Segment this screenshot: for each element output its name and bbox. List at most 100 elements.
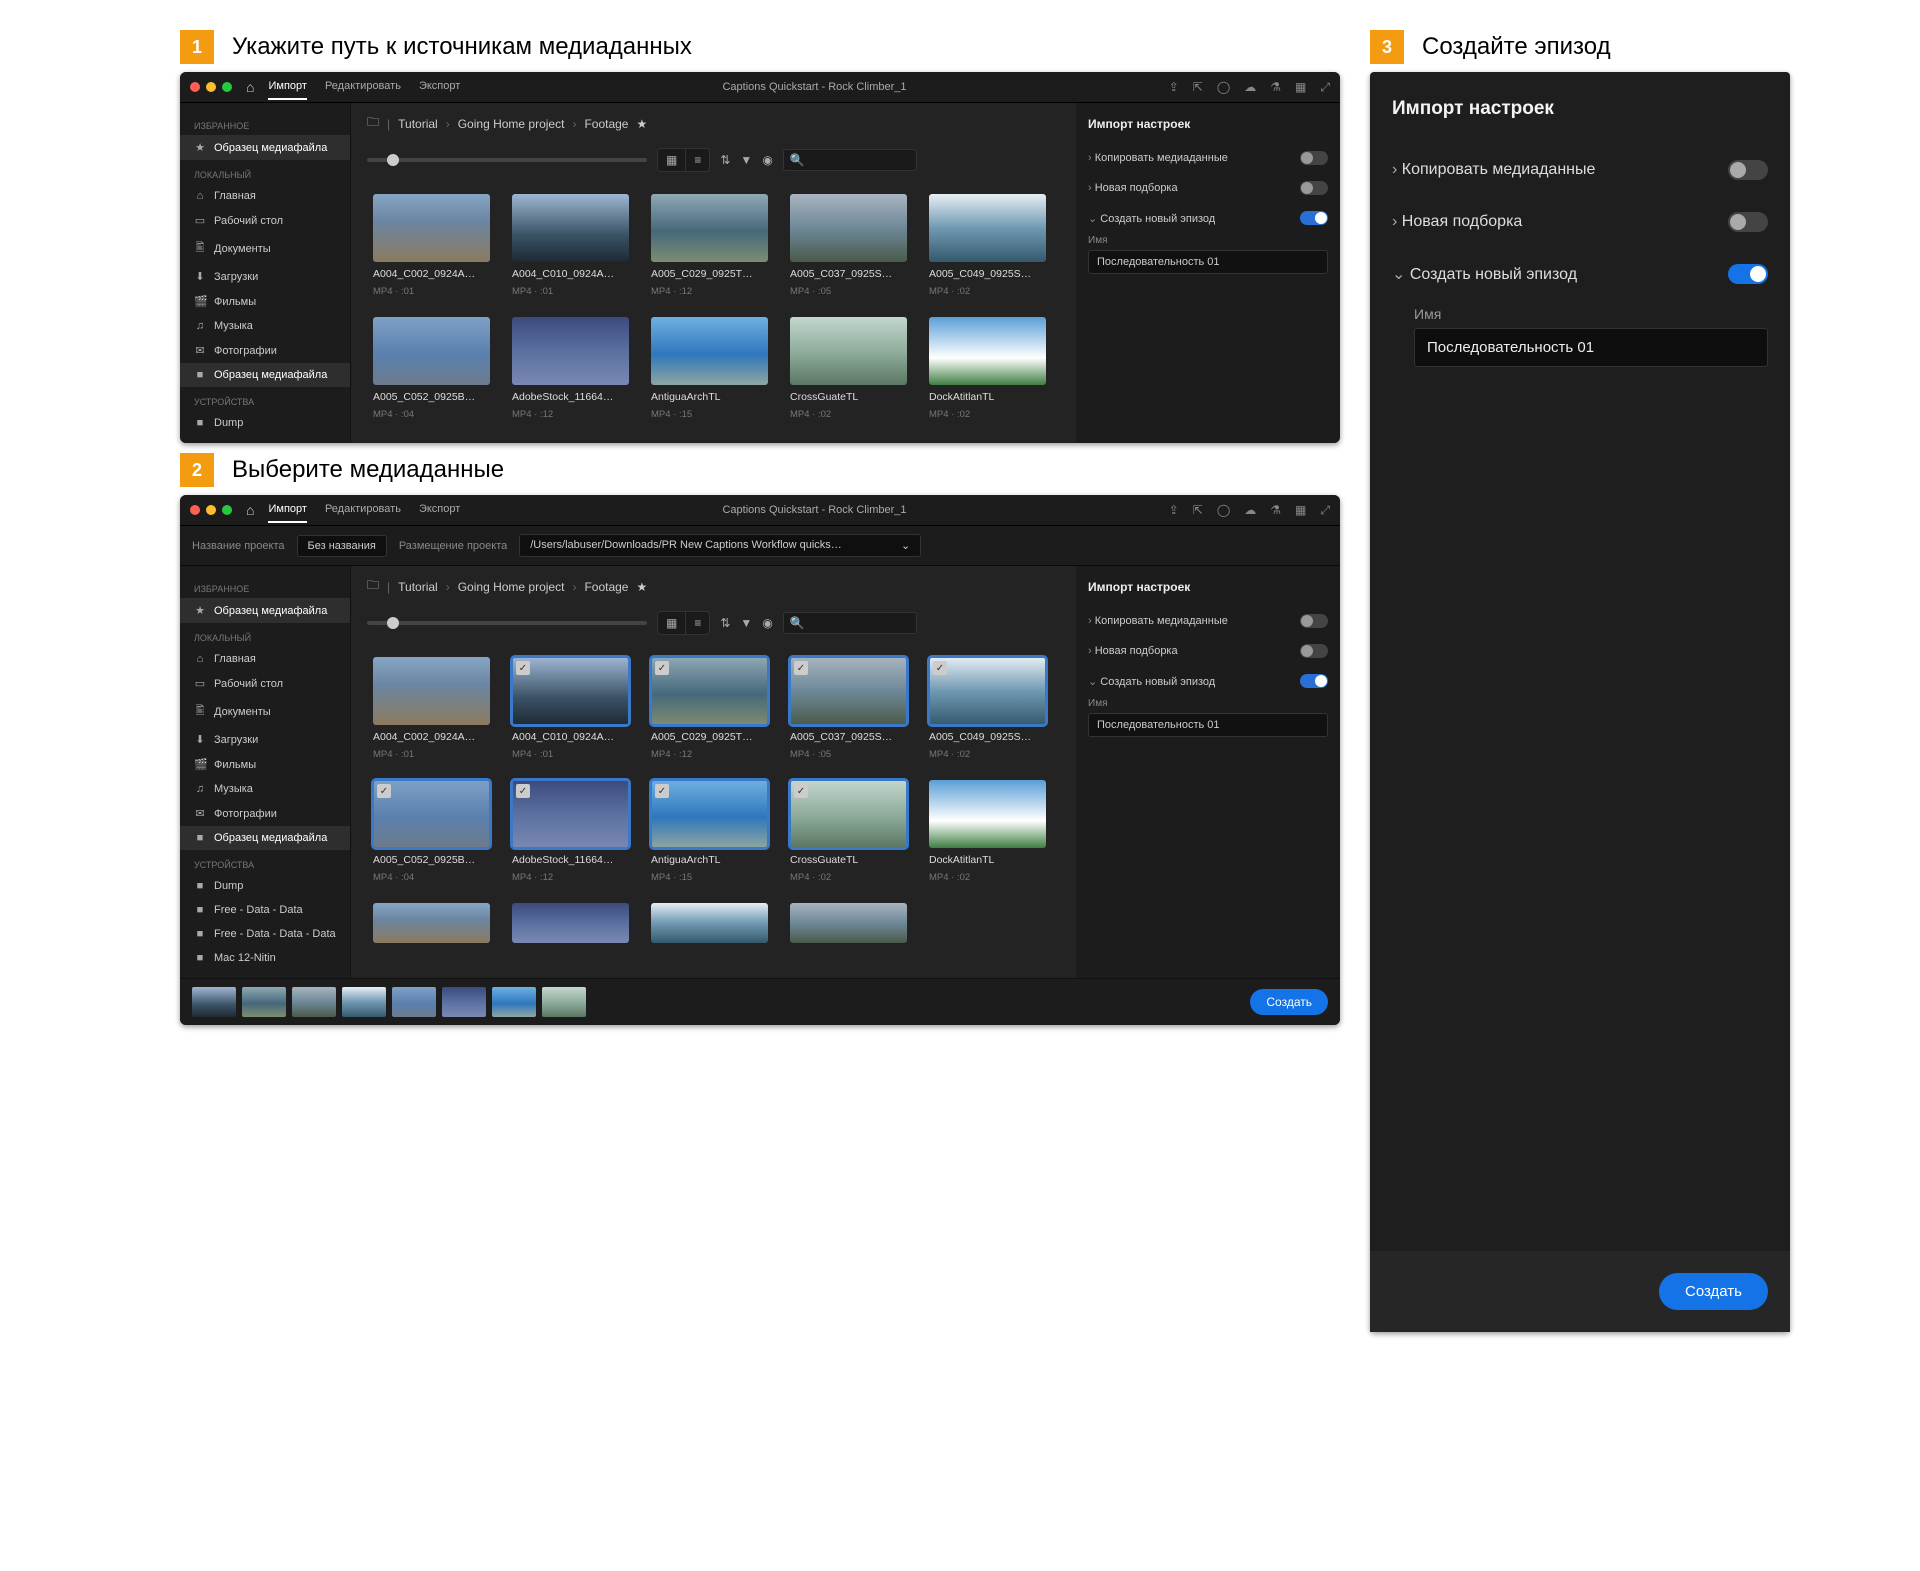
sidebar-item-dump[interactable]: ■Dump	[180, 411, 350, 435]
clip-item[interactable]: A005_C049_0925S…MP4 · :02	[929, 194, 1046, 297]
toggle-new-sequence[interactable]	[1300, 674, 1328, 688]
check-icon[interactable]: ✓	[794, 784, 808, 798]
crumb-footage[interactable]: Footage	[584, 580, 628, 594]
sidebar-item-sample-media-2[interactable]: ■Образец медиафайла	[180, 363, 350, 387]
clip-item[interactable]: ✓A005_C029_0925T…MP4 · :12	[651, 657, 768, 760]
sidebar-item-sample-media-2[interactable]: ■Образец медиафайла	[180, 826, 350, 850]
tab-import[interactable]: Импорт	[268, 74, 306, 100]
clip-item[interactable]: A004_C002_0924A…MP4 · :01	[373, 657, 490, 760]
sidebar-item-photos[interactable]: ✉Фотографии	[180, 801, 350, 826]
check-icon[interactable]: ✓	[933, 661, 947, 675]
sidebar-item-photos[interactable]: ✉Фотографии	[180, 338, 350, 363]
sidebar-item-music[interactable]: ♫Музыка	[180, 314, 350, 338]
toggle-copy-media[interactable]	[1300, 151, 1328, 165]
create-button[interactable]: Создать	[1659, 1273, 1768, 1310]
project-path-field[interactable]: /Users/labuser/Downloads/PR New Captions…	[519, 534, 921, 557]
share-icon[interactable]: ⇪	[1169, 80, 1179, 95]
clip-item[interactable]: CrossGuateTLMP4 · :02	[790, 317, 907, 420]
toggle-new-bin[interactable]	[1300, 644, 1328, 658]
clip-item[interactable]: ✓AdobeStock_11664…MP4 · :12	[512, 780, 629, 883]
cloud-icon[interactable]: ☁	[1244, 503, 1256, 518]
setting-new-sequence[interactable]: Создать новый эпизод	[1088, 203, 1328, 233]
crumb-project[interactable]: Going Home project	[458, 117, 565, 131]
clip-item[interactable]: ✓A004_C010_0924A…MP4 · :01	[512, 657, 629, 760]
favorite-icon[interactable]: ★	[636, 580, 647, 594]
favorite-icon[interactable]: ★	[636, 117, 647, 131]
setting-copy-media[interactable]: Копировать медиаданные	[1392, 144, 1768, 196]
setting-copy-media[interactable]: Копировать медиаданные	[1088, 606, 1328, 636]
sidebar-item-free-data[interactable]: ■Free - Data - Data	[180, 898, 350, 922]
sidebar-item-home[interactable]: ⌂Главная	[180, 184, 350, 208]
sidebar-item-desktop[interactable]: ▭Рабочий стол	[180, 208, 350, 233]
sidebar-item-downloads[interactable]: ⬇Загрузки	[180, 264, 350, 289]
thumb-size-slider[interactable]	[367, 621, 647, 625]
search-input[interactable]: 🔍	[783, 612, 917, 634]
check-icon[interactable]: ✓	[655, 784, 669, 798]
crumb-footage[interactable]: Footage	[584, 117, 628, 131]
tray-thumb[interactable]	[242, 987, 286, 1017]
clip-item[interactable]: DockAtitlanTLMP4 · :02	[929, 780, 1046, 883]
clip-item[interactable]	[373, 903, 490, 943]
sidebar-item-desktop[interactable]: ▭Рабочий стол	[180, 671, 350, 696]
setting-new-bin[interactable]: Новая подборка	[1392, 196, 1768, 248]
close-icon[interactable]	[190, 505, 200, 515]
check-icon[interactable]: ✓	[655, 661, 669, 675]
toggle-new-bin[interactable]	[1728, 212, 1768, 232]
tray-thumb[interactable]	[192, 987, 236, 1017]
close-icon[interactable]	[190, 82, 200, 92]
sidebar-item-movies[interactable]: 🎬Фильмы	[180, 752, 350, 777]
sidebar-item-sample-media[interactable]: ★Образец медиафайла	[180, 598, 350, 623]
fullscreen-icon[interactable]: ⤢	[1320, 503, 1330, 518]
sidebar-item-sample-media[interactable]: ★ Образец медиафайла	[180, 135, 350, 160]
sidebar-item-mac12[interactable]: ■Mac 12-Nitin	[180, 946, 350, 970]
toggle-copy-media[interactable]	[1300, 614, 1328, 628]
clip-item[interactable]: A005_C037_0925S…MP4 · :05	[790, 194, 907, 297]
toggle-new-sequence[interactable]	[1300, 211, 1328, 225]
search-input[interactable]: 🔍	[783, 149, 917, 171]
export-icon[interactable]: ⇱	[1193, 503, 1203, 518]
setting-new-sequence[interactable]: Создать новый эпизод	[1088, 666, 1328, 696]
sidebar-item-downloads[interactable]: ⬇Загрузки	[180, 727, 350, 752]
toggle-copy-media[interactable]	[1728, 160, 1768, 180]
clip-item[interactable]: ✓AntiguaArchTLMP4 · :15	[651, 780, 768, 883]
sequence-name-input[interactable]: Последовательность 01	[1414, 328, 1768, 367]
tray-thumb[interactable]	[542, 987, 586, 1017]
maximize-icon[interactable]	[222, 82, 232, 92]
list-view-icon[interactable]: ≡	[686, 612, 709, 634]
grid-view-icon[interactable]: ▦	[658, 149, 686, 171]
list-view-icon[interactable]: ≡	[686, 149, 709, 171]
minimize-icon[interactable]	[206, 505, 216, 515]
sidebar-item-movies[interactable]: 🎬Фильмы	[180, 289, 350, 314]
sort-icon[interactable]: ⇅	[720, 153, 730, 167]
sidebar-item-documents[interactable]: 🖺Документы	[180, 233, 350, 264]
setting-new-sequence[interactable]: Создать новый эпизод	[1392, 248, 1768, 300]
toggle-new-bin[interactable]	[1300, 181, 1328, 195]
progress-icon[interactable]: ◯	[1217, 503, 1230, 518]
project-name-field[interactable]: Без названия	[297, 535, 387, 557]
tray-thumb[interactable]	[292, 987, 336, 1017]
clip-item[interactable]: AdobeStock_11664…MP4 · :12	[512, 317, 629, 420]
crumb-tutorial[interactable]: Tutorial	[398, 117, 438, 131]
clip-item[interactable]: A004_C010_0924A…MP4 · :01	[512, 194, 629, 297]
clip-item[interactable]	[651, 903, 768, 943]
toggle-new-sequence[interactable]	[1728, 264, 1768, 284]
filter-icon[interactable]: ▼	[740, 153, 752, 167]
clip-item[interactable]: AntiguaArchTLMP4 · :15	[651, 317, 768, 420]
clip-item[interactable]: A005_C052_0925B…MP4 · :04	[373, 317, 490, 420]
tray-thumb[interactable]	[442, 987, 486, 1017]
tab-edit[interactable]: Редактировать	[325, 74, 401, 100]
clip-item[interactable]: ✓A005_C037_0925S…MP4 · :05	[790, 657, 907, 760]
minimize-icon[interactable]	[206, 82, 216, 92]
tab-export[interactable]: Экспорт	[419, 74, 460, 100]
sidebar-item-free-data-2[interactable]: ■Free - Data - Data - Data	[180, 922, 350, 946]
cloud-icon[interactable]: ☁	[1244, 80, 1256, 95]
clip-item[interactable]: A005_C029_0925T…MP4 · :12	[651, 194, 768, 297]
progress-icon[interactable]: ◯	[1217, 80, 1230, 95]
workspace-icon[interactable]: ▦	[1295, 503, 1306, 518]
tray-thumb[interactable]	[392, 987, 436, 1017]
create-button[interactable]: Создать	[1250, 989, 1328, 1015]
tab-export[interactable]: Экспорт	[419, 497, 460, 523]
grid-view-icon[interactable]: ▦	[658, 612, 686, 634]
sidebar-item-dump[interactable]: ■Dump	[180, 874, 350, 898]
sidebar-item-music[interactable]: ♫Музыка	[180, 777, 350, 801]
